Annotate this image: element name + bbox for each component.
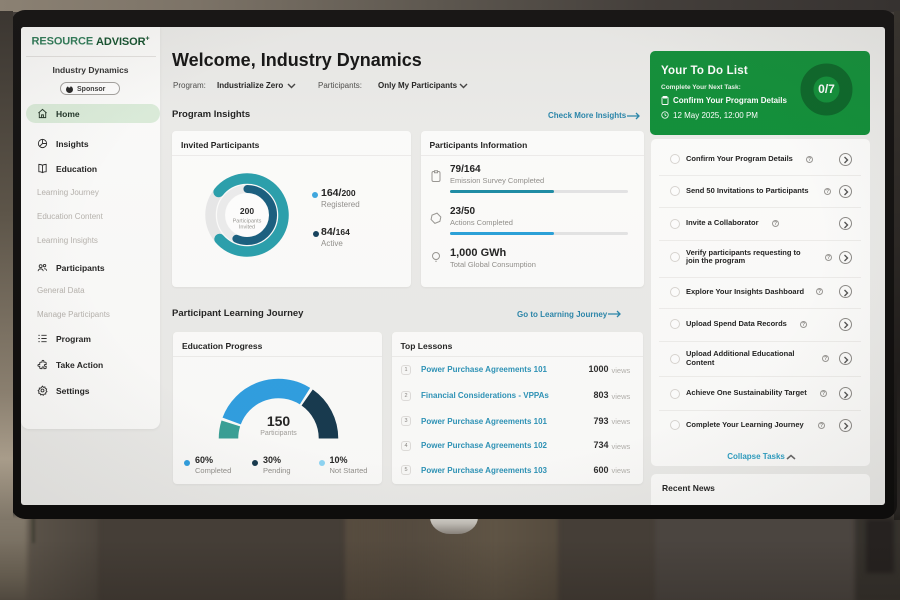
svg-text:Invited: Invited xyxy=(239,225,255,231)
svg-text:200: 200 xyxy=(240,206,254,216)
